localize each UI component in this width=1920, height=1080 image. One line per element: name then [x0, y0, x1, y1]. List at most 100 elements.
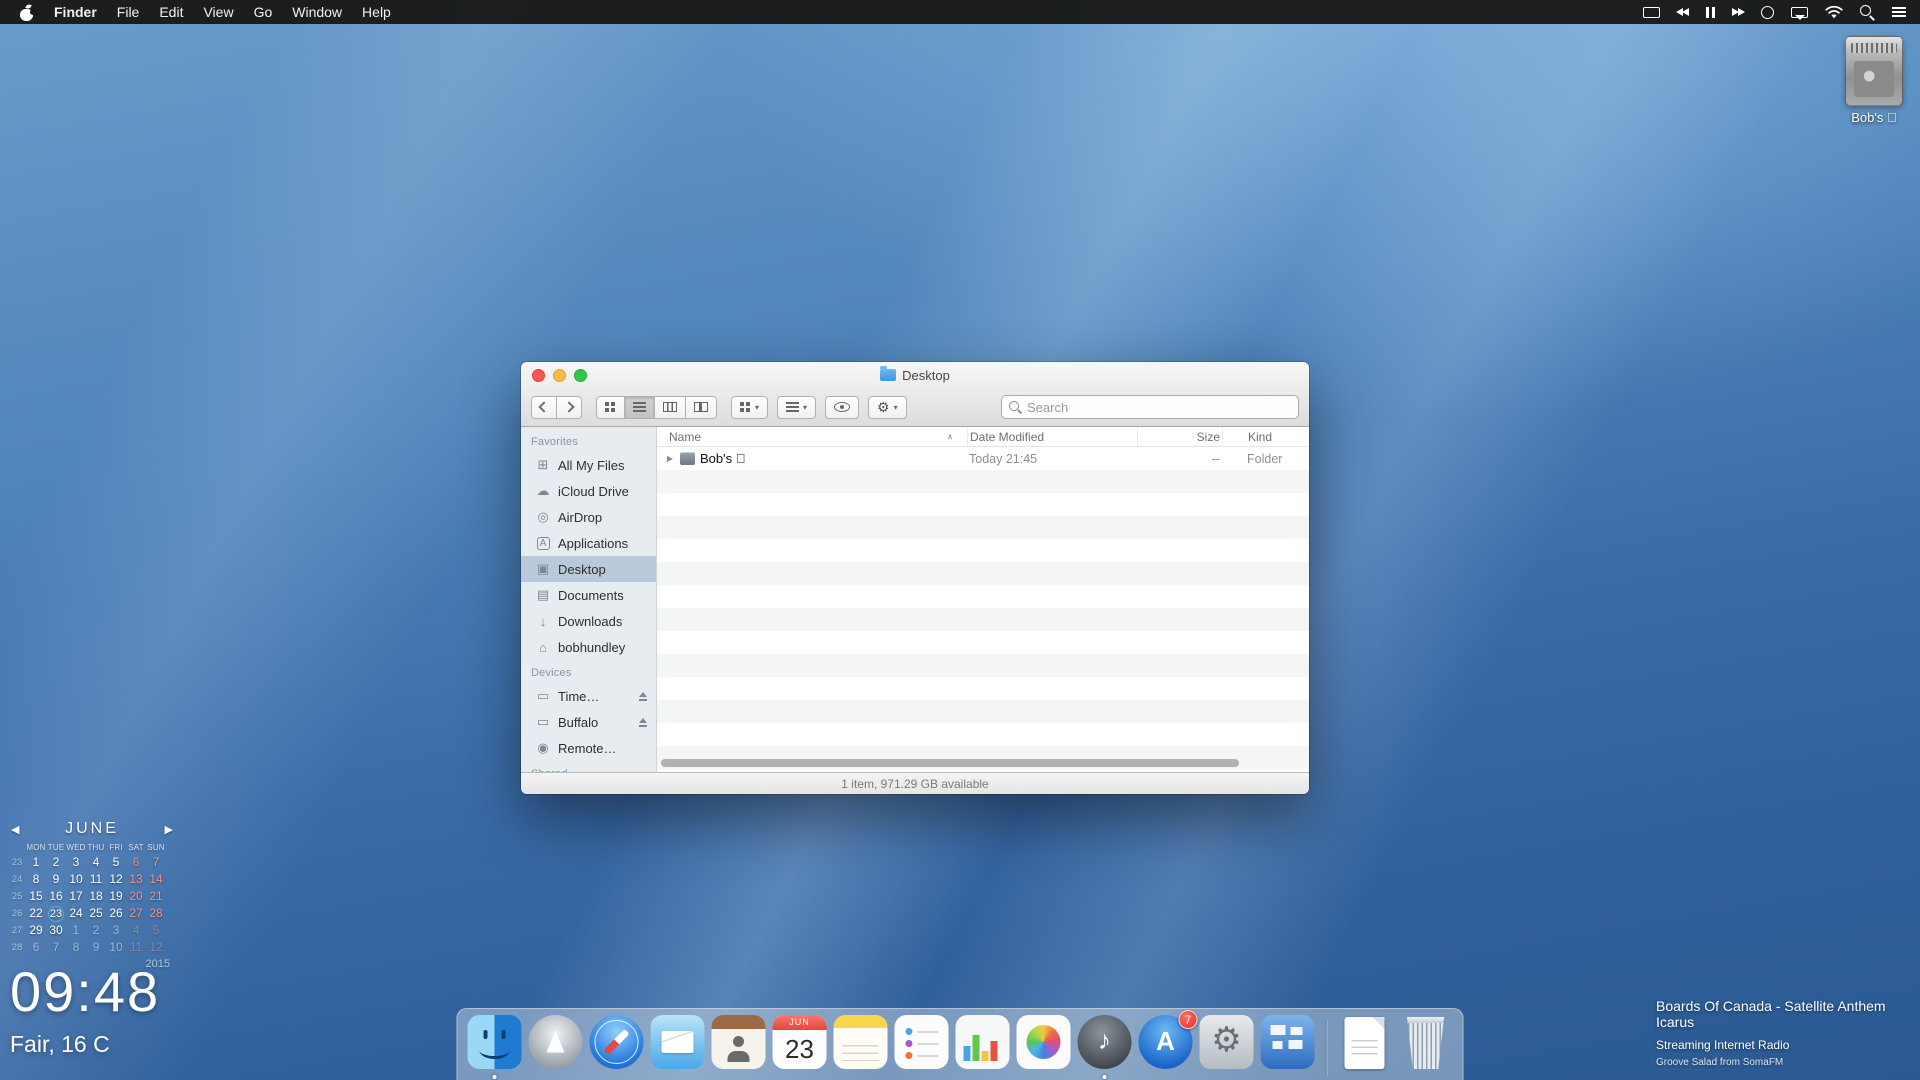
close-button[interactable]	[532, 369, 545, 382]
sidebar-item-buffalo[interactable]: ▭Buffalo	[521, 709, 656, 735]
calendar-day: 19	[106, 888, 126, 905]
app-store-icon: 7	[1139, 1015, 1193, 1069]
all-my-files-icon: ⊞	[534, 457, 552, 473]
notification-center-icon[interactable]	[1892, 0, 1906, 24]
rewind-icon[interactable]	[1677, 0, 1689, 24]
column-header-kind[interactable]: Kind	[1222, 427, 1309, 446]
zoom-button[interactable]	[574, 369, 587, 382]
airplay-icon[interactable]	[1791, 0, 1808, 24]
sidebar-item-icloud-drive[interactable]: ☁iCloud Drive	[521, 478, 656, 504]
fast-forward-icon[interactable]	[1732, 0, 1744, 24]
remote-disc-icon: ◉	[534, 740, 552, 756]
title-bar[interactable]: Desktop	[521, 362, 1309, 388]
menu-bar-left: FinderFileEditViewGoWindowHelp	[0, 0, 401, 24]
eject-icon[interactable]	[638, 718, 648, 727]
dock-item-contacts[interactable]	[711, 1015, 767, 1079]
kind-cell: Folder	[1222, 452, 1309, 466]
calendar-day: 29	[26, 922, 46, 939]
dock-item-calendar[interactable]: JUN23	[772, 1015, 828, 1079]
dock-item-trash[interactable]	[1398, 1015, 1454, 1079]
column-view-button[interactable]	[655, 396, 686, 419]
wifi-icon[interactable]	[1825, 0, 1843, 24]
coverflow-view-button[interactable]	[686, 396, 717, 419]
dock-item-photos[interactable]	[1016, 1015, 1072, 1079]
calendar-day: 12	[106, 871, 126, 888]
arrange-icon	[740, 402, 751, 413]
calendar-next-icon[interactable]: ▶	[165, 823, 173, 836]
pause-icon[interactable]	[1706, 0, 1715, 24]
sidebar-item-downloads[interactable]: ↓Downloads	[521, 608, 656, 634]
menu-view[interactable]: View	[193, 0, 243, 24]
dock-item-notes[interactable]	[833, 1015, 889, 1079]
now-playing-source: Groove Salad from SomaFM	[1656, 1057, 1920, 1068]
calendar-week-row: 2622232425262728	[8, 905, 176, 922]
menu-window[interactable]: Window	[282, 0, 352, 24]
dock-item-launchpad[interactable]	[528, 1015, 584, 1079]
sidebar-item-remote-[interactable]: ◉Remote…	[521, 735, 656, 761]
menu-go[interactable]: Go	[244, 0, 283, 24]
group-button[interactable]: ▾	[777, 396, 816, 419]
disclosure-triangle-icon[interactable]: ▶	[665, 454, 675, 463]
date-modified-cell: Today 21:45	[967, 452, 1137, 466]
dock-calendar-day: 23	[773, 1030, 827, 1069]
calendar-day: 13	[126, 871, 146, 888]
calendar-prev-icon[interactable]: ◀	[11, 823, 19, 836]
spotlight-icon[interactable]	[1860, 0, 1875, 24]
quicklook-button[interactable]	[825, 396, 859, 419]
back-button[interactable]	[531, 396, 557, 419]
menu-edit[interactable]: Edit	[149, 0, 193, 24]
desktop-drive-icon[interactable]: Bob's 	[1828, 36, 1920, 125]
dock-item-reminders[interactable]	[894, 1015, 950, 1079]
column-header-name[interactable]: Name∧	[657, 427, 967, 446]
sidebar-item-applications[interactable]: AApplications	[521, 530, 656, 556]
sidebar-section-favorites: Favorites	[521, 429, 656, 452]
size-cell: --	[1137, 452, 1222, 466]
status-bar: 1 item, 971.29 GB available	[521, 772, 1309, 794]
sidebar-item-time-[interactable]: ▭Time…	[521, 683, 656, 709]
file-row[interactable]: ▶Bob's Today 21:45--Folder	[657, 447, 1309, 470]
arrange-button[interactable]: ▾	[731, 396, 768, 419]
sidebar-item-airdrop[interactable]: ◎AirDrop	[521, 504, 656, 530]
dock-item-mail[interactable]	[650, 1015, 706, 1079]
dock-item-document[interactable]	[1337, 1015, 1393, 1079]
minimize-button[interactable]	[553, 369, 566, 382]
eject-icon[interactable]	[638, 692, 648, 701]
sidebar-item-documents[interactable]: ▤Documents	[521, 582, 656, 608]
display-icon[interactable]	[1643, 0, 1660, 24]
menu-finder[interactable]: Finder	[44, 0, 107, 24]
running-indicator	[1103, 1075, 1107, 1079]
calendar-day: 12	[146, 939, 166, 956]
time-machine-icon[interactable]	[1761, 0, 1774, 24]
apple-menu[interactable]	[10, 0, 44, 24]
trash-icon	[1404, 1017, 1448, 1069]
icon-view-button[interactable]	[596, 396, 625, 419]
sidebar-item-bobhundley[interactable]: ⌂bobhundley	[521, 634, 656, 660]
empty-row	[657, 677, 1309, 700]
calendar-day-headers: MONTUEWEDTHUFRISATSUN	[8, 841, 176, 854]
dock-item-app-store[interactable]: 7	[1138, 1015, 1194, 1079]
menu-file[interactable]: File	[107, 0, 150, 24]
dock-item-mission-control[interactable]	[1260, 1015, 1316, 1079]
dock-item-system-preferences[interactable]	[1199, 1015, 1255, 1079]
dock-item-numbers[interactable]	[955, 1015, 1011, 1079]
dock-item-finder[interactable]	[467, 1015, 523, 1079]
dock-item-itunes[interactable]	[1077, 1015, 1133, 1079]
action-button[interactable]: ⚙▾	[868, 396, 907, 419]
day-header: WED	[66, 839, 86, 856]
search-field[interactable]	[1001, 395, 1299, 419]
search-input[interactable]	[1027, 400, 1291, 415]
dock-item-safari[interactable]	[589, 1015, 645, 1079]
desktop-icon: ▣	[534, 561, 552, 577]
sidebar-item-all-my-files[interactable]: ⊞All My Files	[521, 452, 656, 478]
calendar-day: 16	[46, 888, 66, 905]
column-header-date[interactable]: Date Modified	[967, 427, 1137, 446]
horizontal-scrollbar[interactable]	[661, 759, 1239, 767]
applications-icon: A	[537, 537, 550, 550]
sidebar-item-desktop[interactable]: ▣Desktop	[521, 556, 656, 582]
column-header-size[interactable]: Size	[1137, 427, 1222, 446]
menu-help[interactable]: Help	[352, 0, 401, 24]
list-view-button[interactable]	[625, 396, 655, 419]
column-view-icon	[663, 402, 677, 412]
forward-button[interactable]	[557, 396, 582, 419]
week-number: 27	[8, 922, 26, 939]
